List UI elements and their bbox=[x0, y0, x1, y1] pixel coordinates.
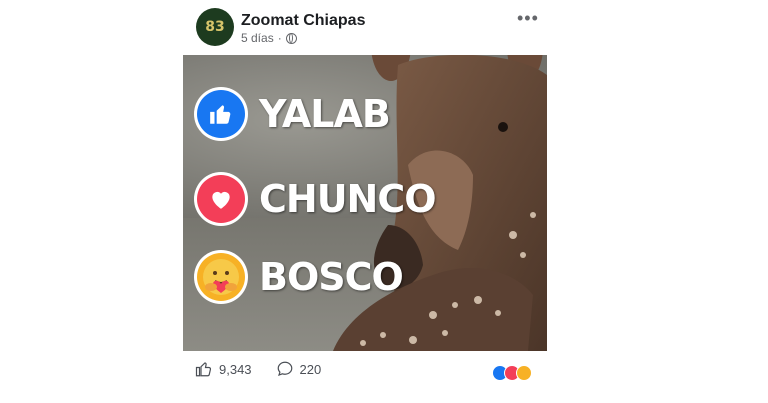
reaction-row-care: BOSCO bbox=[197, 253, 404, 301]
meta-separator: · bbox=[277, 31, 282, 45]
page-avatar[interactable]: 83 bbox=[196, 8, 234, 46]
post-meta: 5 días · bbox=[241, 31, 297, 45]
reaction-label-chunco: CHUNCO bbox=[259, 177, 437, 221]
post-image[interactable]: YALAB CHUNCO BOSCO bbox=[183, 55, 547, 351]
comment-bubble-icon bbox=[277, 361, 292, 376]
page-name[interactable]: Zoomat Chiapas bbox=[241, 12, 365, 30]
care-mini-icon bbox=[516, 365, 532, 381]
thumbs-up-icon bbox=[195, 362, 212, 377]
care-reaction-icon bbox=[197, 253, 245, 301]
reaction-label-bosco: BOSCO bbox=[259, 255, 404, 299]
like-count-button[interactable]: 9,343 bbox=[195, 360, 252, 378]
comment-count-button[interactable]: 220 bbox=[276, 360, 322, 378]
reaction-summary[interactable] bbox=[492, 365, 532, 381]
more-horizontal-icon: ••• bbox=[517, 8, 539, 28]
avatar-logo-text: 83 bbox=[205, 19, 225, 35]
love-reaction-icon bbox=[197, 175, 245, 223]
like-reaction-icon bbox=[197, 90, 245, 138]
reaction-row-like: YALAB bbox=[197, 90, 391, 138]
post-time[interactable]: 5 días bbox=[241, 31, 274, 45]
globe-icon bbox=[285, 32, 297, 44]
comment-count: 220 bbox=[299, 361, 322, 377]
more-options-button[interactable]: ••• bbox=[517, 8, 539, 29]
reaction-row-love: CHUNCO bbox=[197, 175, 437, 223]
like-count: 9,343 bbox=[219, 361, 252, 377]
reaction-label-yalab: YALAB bbox=[259, 92, 391, 136]
